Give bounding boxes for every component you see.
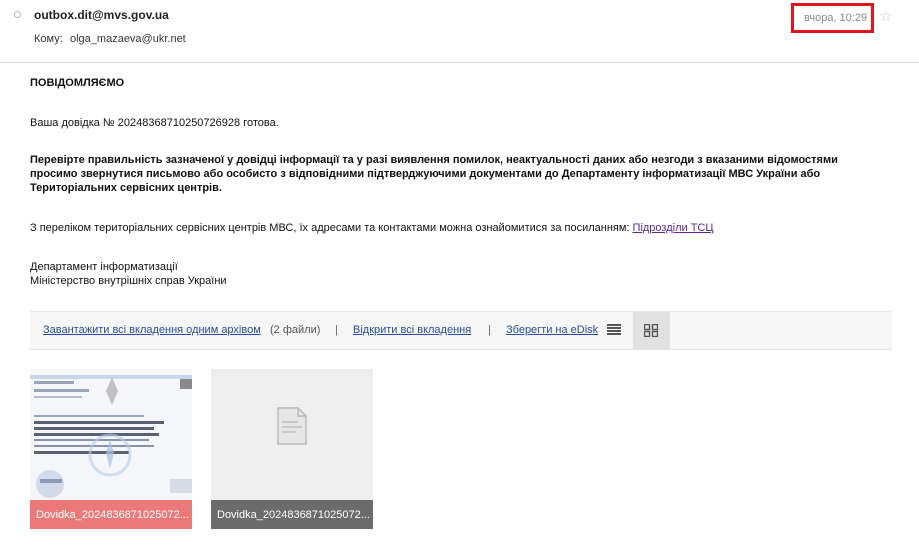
grid-view-icon: [644, 324, 658, 337]
download-all-link[interactable]: Завантажити всі вкладення одним архівом: [43, 324, 261, 336]
unread-indicator-icon[interactable]: [14, 11, 21, 18]
message-date: вчора, 10:29: [804, 12, 868, 24]
service-centers-paragraph: З переліком територіальних сервісних цен…: [30, 221, 714, 235]
attachments-toolbar: Завантажити всі вкладення одним архівом …: [30, 311, 892, 350]
warning-line-1: Перевірте правильність зазначеної у дові…: [30, 154, 838, 166]
attachment-thumbnail[interactable]: Dovidka_2024836871025072...: [211, 369, 373, 529]
sender-address[interactable]: outbox.dit@mvs.gov.ua: [34, 8, 169, 22]
service-centers-text: З переліком територіальних сервісних цен…: [30, 222, 630, 234]
recipient-address[interactable]: olga_mazaeva@ukr.net: [70, 33, 186, 45]
grid-view-button[interactable]: [633, 312, 670, 349]
save-edisk-link[interactable]: Зберегти на eDisk: [506, 324, 598, 336]
attachments-count: (2 файли): [270, 324, 321, 336]
warning-line-3: Територіальних сервісних центрів.: [30, 182, 222, 194]
service-centers-link[interactable]: Підрозділи ТСЦ: [633, 222, 714, 234]
certificate-ready-line: Ваша довідка № 20248368710250726928 гото…: [30, 117, 279, 129]
message-header: outbox.dit@mvs.gov.ua Кому: olga_mazaeva…: [0, 0, 919, 63]
recipient-label: Кому:: [34, 33, 63, 45]
file-icon: [277, 407, 307, 445]
star-icon[interactable]: ☆: [879, 7, 892, 25]
signature-department: Департамент інформатизації: [30, 261, 178, 273]
message-heading: ПОВІДОМЛЯЄМО: [30, 77, 125, 89]
attachment-thumbnail[interactable]: Dovidka_2024836871025072...: [30, 369, 192, 529]
open-all-link[interactable]: Відкрити всі вкладення: [353, 324, 471, 336]
warning-line-2: просимо звернутися письмово або особисто…: [30, 168, 821, 180]
signature-ministry: Міністерство внутрішніх справ України: [30, 275, 227, 287]
attachment-filename[interactable]: Dovidka_2024836871025072...: [30, 500, 192, 529]
toolbar-separator: |: [335, 324, 338, 336]
attachment-filename[interactable]: Dovidka_2024836871025072...: [211, 500, 373, 529]
list-view-icon[interactable]: [607, 324, 621, 335]
toolbar-separator: |: [488, 324, 491, 336]
